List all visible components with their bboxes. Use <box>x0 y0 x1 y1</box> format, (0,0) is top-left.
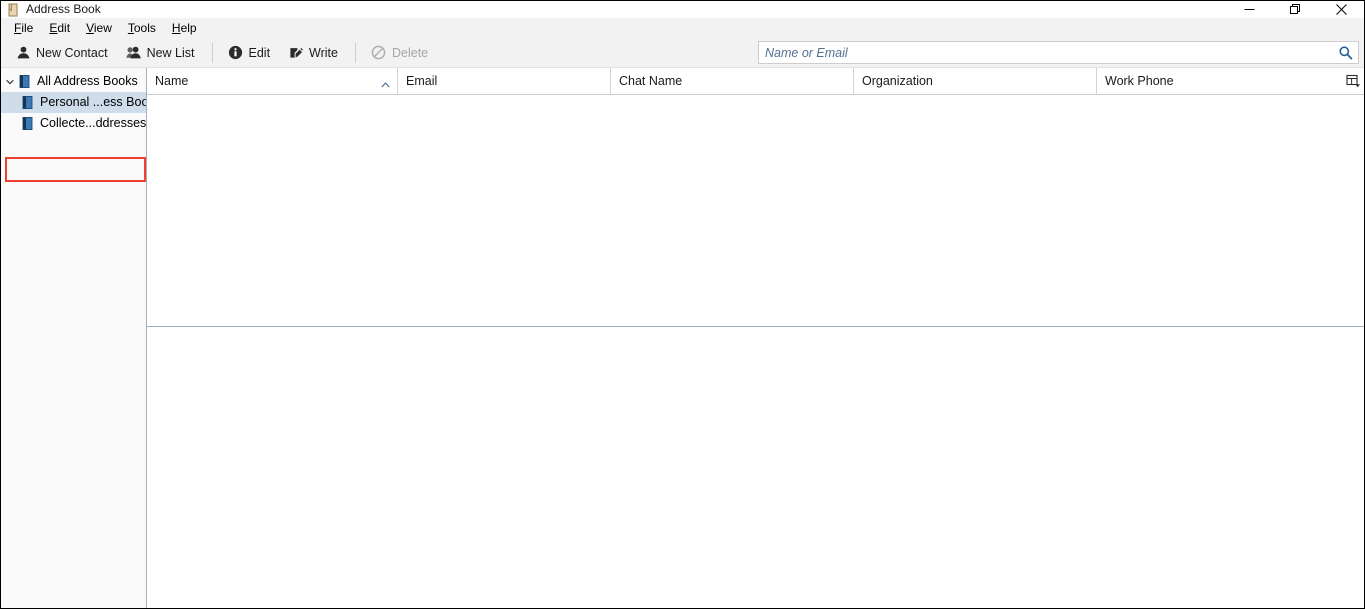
write-button[interactable]: Write <box>280 41 346 65</box>
chevron-down-icon[interactable] <box>3 75 17 89</box>
contact-list-header: Name Email Chat Name Organization Work P… <box>147 68 1364 95</box>
toolbar: New Contact New List Edit Write Delete N… <box>1 38 1364 68</box>
column-header-email[interactable]: Email <box>398 68 611 94</box>
sidebar-item-label: Collecte...ddresses <box>40 116 147 130</box>
menu-tools[interactable]: Tools <box>120 18 164 38</box>
column-header-label: Chat Name <box>619 74 683 88</box>
column-header-label: Work Phone <box>1105 74 1174 88</box>
no-entry-icon <box>371 45 387 61</box>
contact-person-icon <box>15 45 31 61</box>
address-book-icon <box>20 95 35 110</box>
window-title: Address Book <box>26 2 101 16</box>
column-header-organization[interactable]: Organization <box>854 68 1097 94</box>
window-controls <box>1226 1 1364 18</box>
pencil-note-icon <box>288 45 304 61</box>
column-header-label: Email <box>406 74 438 88</box>
close-button[interactable] <box>1318 1 1364 18</box>
contact-details-pane <box>147 327 1364 608</box>
menu-help[interactable]: Help <box>164 18 205 38</box>
contact-list-icon <box>125 45 142 61</box>
sidebar-item-personal-address-book[interactable]: Personal ...ess Book <box>1 92 146 113</box>
search-box[interactable] <box>758 41 1359 64</box>
menu-edit[interactable]: Edit <box>41 18 78 38</box>
column-picker-icon[interactable] <box>1343 68 1364 94</box>
new-contact-button[interactable]: New Contact <box>7 41 116 65</box>
write-label: Write <box>309 45 338 60</box>
minimize-button[interactable] <box>1226 1 1272 18</box>
address-book-icon <box>20 116 35 131</box>
column-header-work-phone[interactable]: Work Phone <box>1097 68 1343 94</box>
sidebar-item-collected-addresses[interactable]: Collecte...ddresses <box>1 113 146 134</box>
column-header-label: Organization <box>862 74 933 88</box>
address-books-tree: All Address Books Personal ...ess Book C… <box>1 68 147 608</box>
selection-highlight-box <box>5 157 146 182</box>
search-input[interactable] <box>759 42 1332 63</box>
menu-view[interactable]: View <box>78 18 120 38</box>
delete-label: Delete <box>391 45 429 60</box>
body-area: All Address Books Personal ...ess Book C… <box>1 68 1364 608</box>
contacts-pane: Name Email Chat Name Organization Work P… <box>147 68 1364 608</box>
column-header-name[interactable]: Name <box>147 68 398 94</box>
menu-bar: File Edit View Tools Help <box>1 18 1364 38</box>
toolbar-separator-1 <box>211 42 213 63</box>
edit-label: Edit <box>248 45 271 60</box>
title-bar: Address Book <box>1 1 1364 18</box>
address-book-window: Address Book File Edit View Tools Help N… <box>0 0 1365 609</box>
new-contact-label: New Contact <box>36 45 108 60</box>
delete-button[interactable]: Delete <box>363 41 436 65</box>
edit-button[interactable]: Edit <box>220 41 279 65</box>
sidebar-item-label: All Address Books <box>37 74 138 88</box>
toolbar-separator-2 <box>354 42 356 63</box>
address-book-icon <box>6 2 22 18</box>
sort-ascending-icon <box>381 77 390 91</box>
new-list-label: New List <box>146 45 195 60</box>
sidebar-item-all-address-books[interactable]: All Address Books <box>1 71 146 92</box>
column-header-label: Name <box>155 74 189 88</box>
restore-button[interactable] <box>1272 1 1318 18</box>
sidebar-item-label: Personal ...ess Book <box>40 95 147 109</box>
contact-list-rows[interactable] <box>147 95 1364 327</box>
new-list-button[interactable]: New List <box>118 41 203 65</box>
menu-file[interactable]: File <box>6 18 41 38</box>
address-book-icon <box>17 74 32 89</box>
column-header-chat-name[interactable]: Chat Name <box>611 68 854 94</box>
search-icon[interactable] <box>1332 42 1358 63</box>
info-circle-icon <box>228 45 244 61</box>
